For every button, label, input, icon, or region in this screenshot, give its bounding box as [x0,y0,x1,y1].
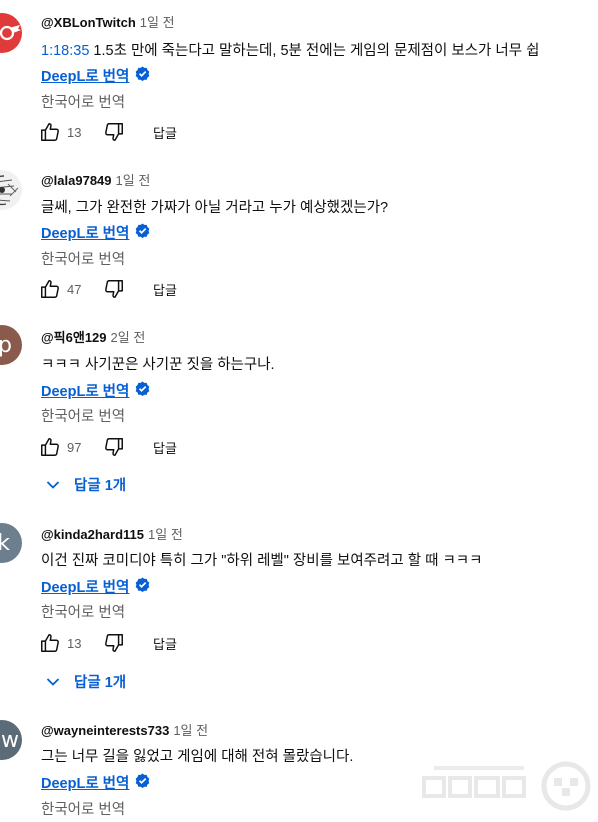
verified-badge-icon [135,66,150,85]
reply-button[interactable]: 답글 [153,280,177,299]
deepl-translate-link[interactable]: DeepL로 번역 [41,576,150,597]
comment-time[interactable]: 1일 전 [173,723,208,738]
watermark-logo [422,761,591,811]
verified-badge-icon [135,773,150,792]
verified-badge-icon [135,223,150,242]
comment-text: ㅋㅋㅋ 사기꾼은 사기꾼 짓을 하는구나. [41,357,275,373]
comment-author[interactable]: @lala97849 [41,173,112,188]
deepl-translate-link[interactable]: DeepL로 번역 [41,65,150,86]
comment-author[interactable]: @kinda2hard115 [41,527,144,542]
like-count: 13 [67,635,82,651]
comment-actions: 13 답글 [39,120,177,144]
comment-time[interactable]: 1일 전 [116,173,151,188]
comment-author[interactable]: @XBLonTwitch [41,15,136,30]
view-replies-button[interactable]: 답글 1개 [46,474,126,495]
comment-actions: 13 답글 [39,631,177,655]
deepl-translate-link[interactable]: DeepL로 번역 [41,380,150,401]
translate-korean[interactable]: 한국어로 번역 [41,601,125,622]
like-count: 47 [67,281,82,297]
reply-button[interactable]: 답글 [153,438,177,457]
comment-text: 1.5초 만에 죽는다고 말하는데, 5분 전에는 게임의 문제점이 보스가 너… [89,43,540,59]
comment-author[interactable]: @wayneinterests733 [41,723,169,738]
avatar[interactable] [0,13,22,53]
translate-korean[interactable]: 한국어로 번역 [41,798,125,819]
view-replies-button[interactable]: 답글 1개 [46,671,126,692]
verified-badge-icon [135,381,150,400]
avatar[interactable]: k [0,523,22,563]
chevron-down-icon [46,480,60,489]
thumbs-down-icon[interactable] [103,436,125,458]
sketch-face-icon [0,175,19,206]
avatar[interactable] [0,170,22,210]
reply-button[interactable]: 답글 [153,123,177,142]
deepl-translate-link[interactable]: DeepL로 번역 [41,222,150,243]
comment-text: 글쎄, 그가 완전한 가짜가 아닐 거라고 누가 예상했겠는가? [41,200,389,216]
winged-wheel-icon [0,25,21,41]
comment-author[interactable]: @픽6앤129 [41,330,107,345]
verified-badge-icon [135,577,150,596]
comment-actions: 47 답글 [39,277,177,301]
translate-korean[interactable]: 한국어로 번역 [41,405,125,426]
thumbs-up-icon[interactable] [39,632,61,654]
deepl-translate-link[interactable]: DeepL로 번역 [41,772,150,793]
translate-korean[interactable]: 한국어로 번역 [41,91,125,112]
comment-text: 그는 너무 길을 잃었고 게임에 대해 전혀 몰랐습니다. [41,749,354,765]
avatar[interactable]: w [0,720,22,760]
thumbs-down-icon[interactable] [103,632,125,654]
timestamp-link[interactable]: 1:18:35 [41,43,89,59]
comment-time[interactable]: 1일 전 [148,527,183,542]
comment-time[interactable]: 2일 전 [111,330,146,345]
like-count: 97 [67,439,82,455]
comment-actions: 97 답글 [39,435,177,459]
thumbs-up-icon[interactable] [39,121,61,143]
thumbs-up-icon[interactable] [39,436,61,458]
reply-button[interactable]: 답글 [153,634,177,653]
like-count: 13 [67,124,82,140]
thumbs-down-icon[interactable] [103,278,125,300]
thumbs-down-icon[interactable] [103,121,125,143]
thumbs-up-icon[interactable] [39,278,61,300]
chevron-down-icon [46,677,60,686]
comment-text: 이건 진짜 코미디야 특히 그가 "하위 레벨" 장비를 보여주려고 할 때 ㅋ… [41,553,483,569]
comment-time[interactable]: 1일 전 [140,15,175,30]
translate-korean[interactable]: 한국어로 번역 [41,248,125,269]
avatar[interactable]: p [0,325,22,365]
